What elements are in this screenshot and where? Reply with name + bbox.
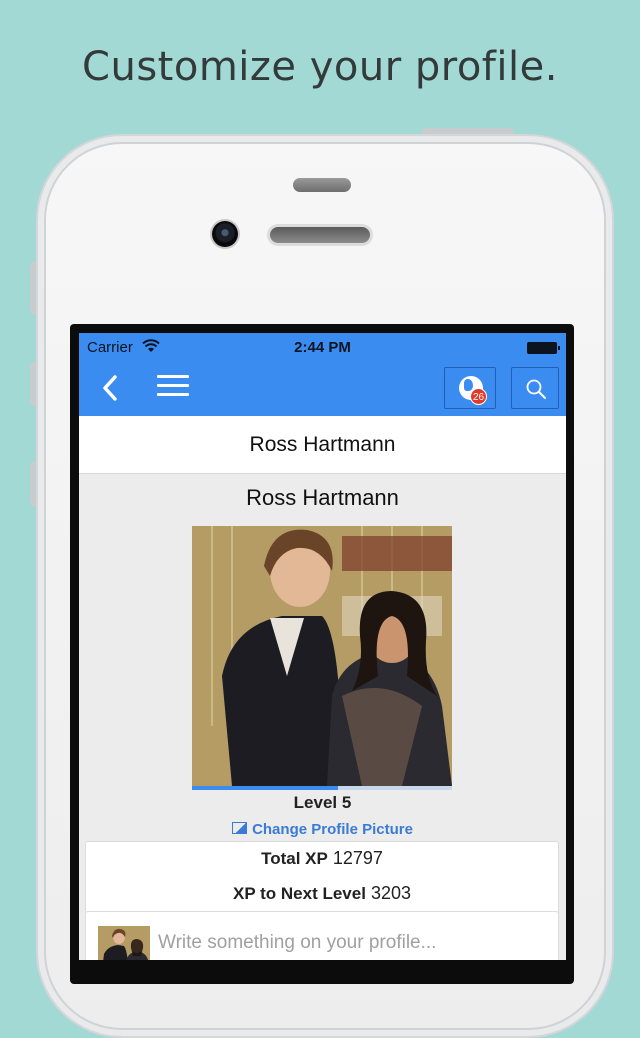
back-button[interactable]: [97, 373, 127, 403]
next-level-xp-value: 3203: [370, 883, 411, 903]
profile-photo[interactable]: [192, 526, 452, 786]
notifications-button[interactable]: 26: [444, 367, 496, 409]
app-screen: Carrier 2:44 PM 26 Ross Hartmann Ross Ha…: [79, 333, 566, 960]
headline: Customize your profile.: [82, 44, 558, 90]
status-bar: Carrier 2:44 PM: [79, 333, 566, 361]
level-progress-bar: [192, 786, 452, 790]
change-profile-picture-link[interactable]: Change Profile Picture: [79, 821, 566, 838]
proximity-sensor: [293, 178, 351, 192]
next-level-xp-label: XP to Next Level: [233, 884, 366, 903]
battery-icon: [527, 342, 560, 354]
image-icon: [232, 822, 248, 834]
menu-button[interactable]: [157, 375, 189, 401]
earpiece-speaker: [270, 227, 370, 243]
total-xp-row: Total XP 12797: [86, 848, 558, 869]
profile-name: Ross Hartmann: [246, 485, 399, 510]
change-profile-picture-label: Change Profile Picture: [252, 821, 413, 838]
total-xp-value: 12797: [332, 848, 383, 868]
search-button[interactable]: [511, 367, 559, 409]
notification-count-badge: 26: [470, 388, 487, 405]
front-camera: [212, 221, 238, 247]
level-progress-fill: [192, 786, 338, 790]
search-icon: [526, 379, 546, 399]
page-title: Ross Hartmann: [79, 416, 566, 474]
next-level-xp-row: XP to Next Level 3203: [86, 883, 558, 904]
top-bar: Carrier 2:44 PM 26: [79, 333, 566, 416]
status-time: 2:44 PM: [294, 339, 351, 356]
profile-post-input[interactable]: [158, 930, 548, 956]
profile-post-box: [85, 911, 559, 960]
level-label: Level 5: [293, 793, 352, 812]
avatar: [98, 926, 150, 960]
chevron-left-icon: [103, 375, 117, 401]
hamburger-menu-icon: [157, 375, 189, 396]
profile-photo-illustration: [192, 526, 452, 786]
total-xp-label: Total XP: [261, 849, 328, 868]
